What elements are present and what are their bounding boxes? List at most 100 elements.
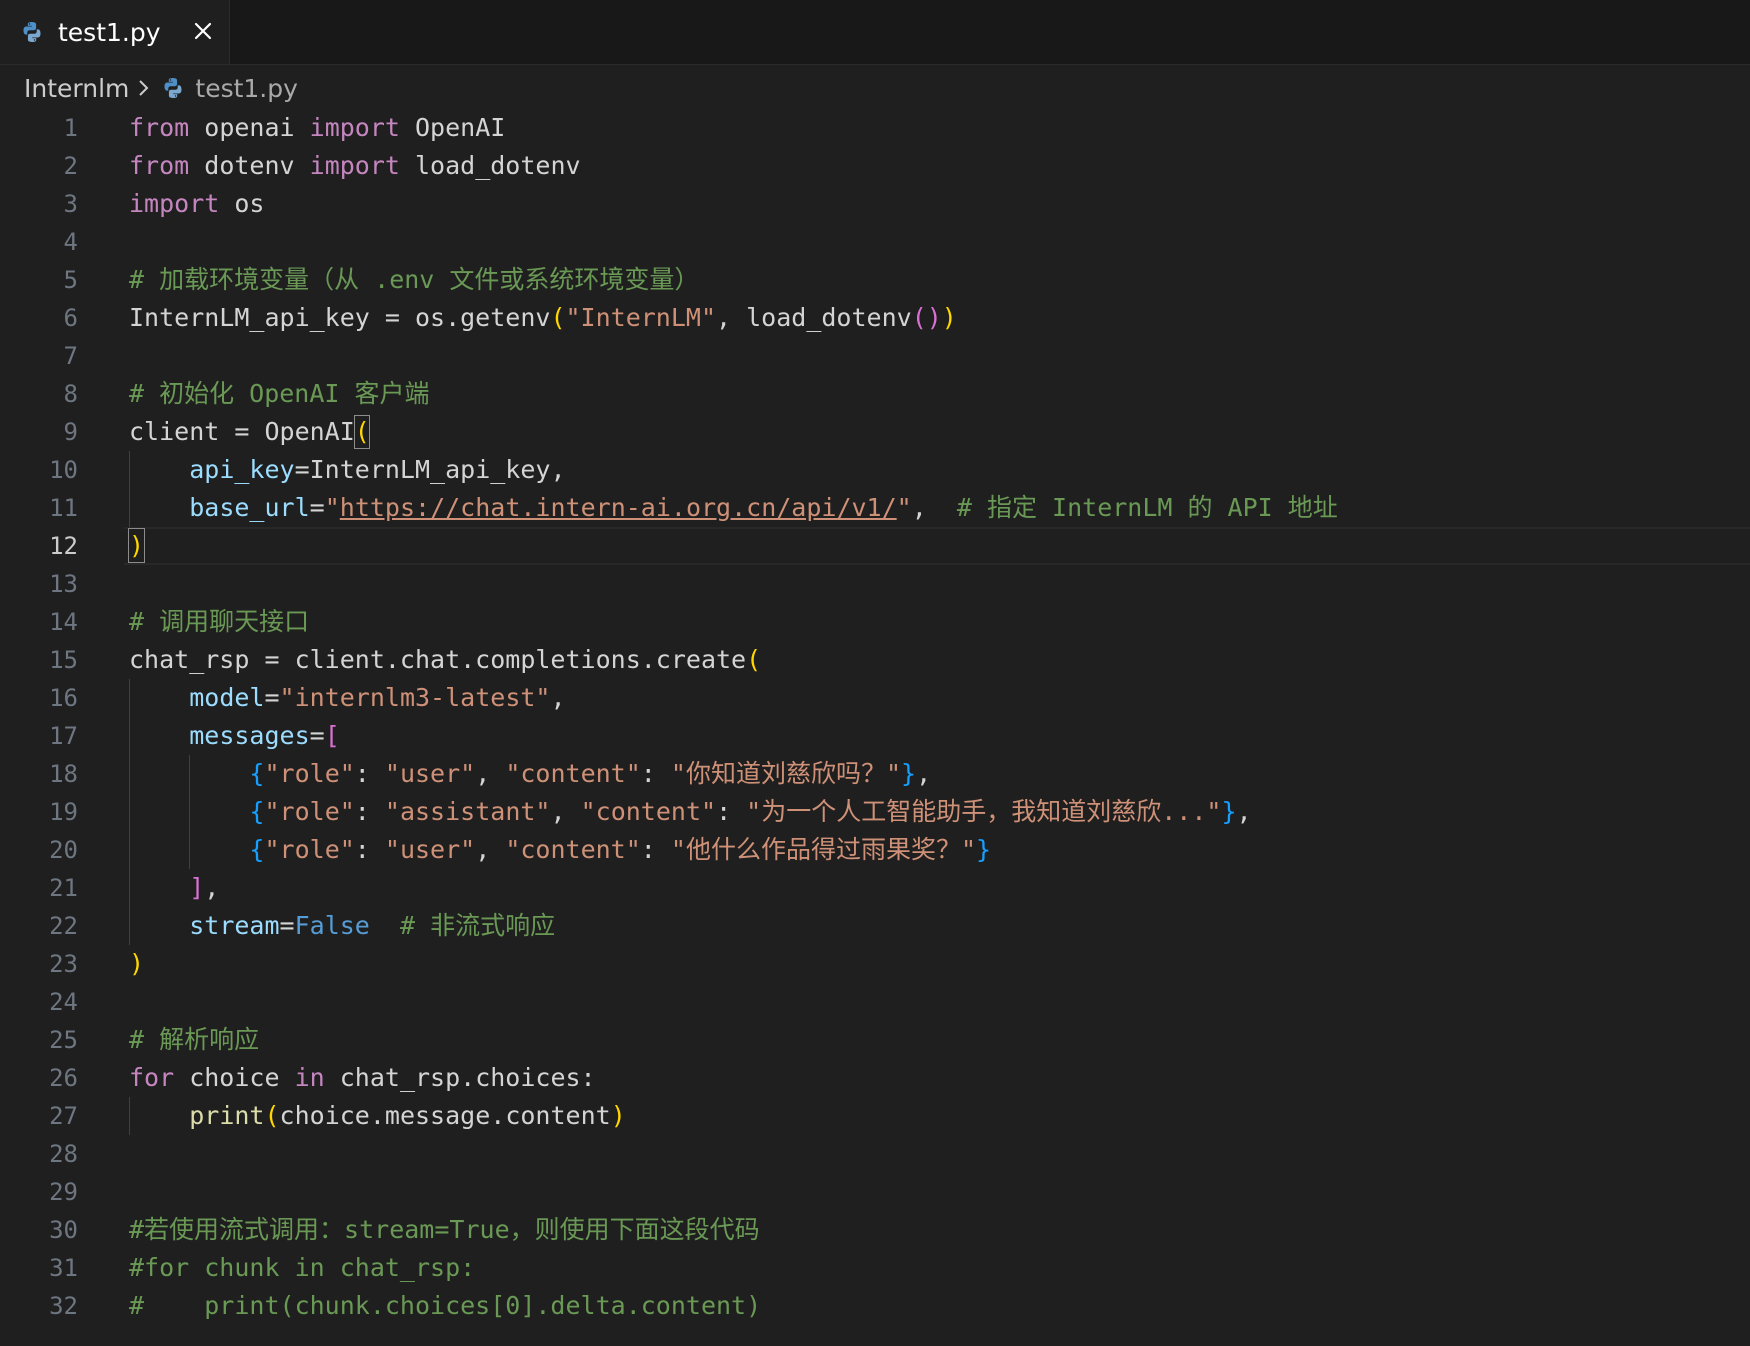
line-number: 15 [49,646,78,674]
code-line[interactable]: 15 chat_rsp = client.chat.completions.cre… [0,641,1750,679]
code-line[interactable]: 13 [0,565,1750,603]
code-token: "他什么作品得过雨果奖？" [670,835,977,864]
code-token: { [249,759,265,788]
indent-guide [129,451,130,527]
code-token: ] [189,873,205,902]
indent-guide [189,755,191,869]
code-line[interactable]: 12) [0,527,1750,565]
code-line[interactable]: 17 messages=[ [0,717,1750,755]
line-number: 12 [49,532,78,560]
code-text: {"role": "user", "content": "你知道刘慈欣吗？"}, [129,755,931,793]
code-line[interactable]: 11 base_url="https://chat.intern-ai.org.… [0,489,1750,527]
code-token: stream [189,911,280,940]
code-text: # print(chunk.choices[0].delta.content) [129,1287,761,1325]
code-line[interactable]: 5 # 加载环境变量（从 .env 文件或系统环境变量） [0,261,1750,299]
code-line[interactable]: 2 from dotenv import load_dotenv [0,147,1750,185]
code-line[interactable]: 3 import os [0,185,1750,223]
code-line[interactable]: 1 from openai import OpenAI [0,109,1750,147]
code-text: from openai import OpenAI [129,109,505,147]
code-token: model [189,683,265,712]
code-token: : [640,835,671,864]
code-line[interactable]: 31 #for chunk in chat_rsp: [0,1249,1750,1287]
code-line[interactable]: 10 api_key=InternLM_api_key, [0,451,1750,489]
code-token: from [129,151,190,180]
code-token: () [911,303,942,332]
code-line[interactable]: 18 {"role": "user", "content": "你知道刘慈欣吗？… [0,755,1750,793]
code-line[interactable]: 29 [0,1173,1750,1211]
code-token: ) [941,303,957,332]
code-editor[interactable]: 1 from openai import OpenAI 2 from dotenv i… [0,109,1750,1346]
code-line[interactable]: 22 stream=False # 非流式响应 [0,907,1750,945]
code-line[interactable]: 30 #若使用流式调用：stream=True，则使用下面这段代码 [0,1211,1750,1249]
code-token: client = OpenAI [129,417,355,446]
line-number: 16 [49,684,78,712]
code-text: {"role": "assistant", "content": "为一个人工智… [129,793,1251,831]
matching-bracket-highlight [128,528,145,563]
code-token: "content" [580,797,717,826]
line-number: 29 [49,1178,78,1206]
code-line[interactable]: 32 # print(chunk.choices[0].delta.content… [0,1287,1750,1325]
code-token: False [294,911,370,940]
code-line[interactable]: 7 [0,337,1750,375]
tab-test1-py[interactable]: test1.py [0,0,230,64]
line-number: 25 [49,1026,78,1054]
code-token: OpenAI [399,113,506,142]
code-line[interactable]: 9 client = OpenAI( [0,413,1750,451]
close-icon[interactable] [188,14,218,48]
code-token: =InternLM_api_key, [294,455,566,484]
code-token: "user" [384,835,476,864]
code-line[interactable]: 25 # 解析响应 [0,1021,1750,1059]
code-token: base_url [189,493,310,522]
code-token: chat_rsp = client.chat.completions.creat… [129,645,747,674]
code-line[interactable]: 28 [0,1135,1750,1173]
code-token: # 加载环境变量（从 .env 文件或系统环境变量） [129,265,700,294]
code-token: #若使用流式调用：stream=True，则使用下面这段代码 [129,1215,760,1244]
current-line-highlight [124,527,1750,565]
code-token: "internlm3-latest" [279,683,551,712]
line-number: 31 [49,1254,78,1282]
chevron-right-icon [137,78,151,98]
code-token: # 初始化 OpenAI 客户端 [129,379,430,408]
code-token: [ [324,721,340,750]
code-token: , load_dotenv [716,303,912,332]
code-line[interactable]: 20 {"role": "user", "content": "他什么作品得过雨… [0,831,1750,869]
code-line[interactable]: 14 # 调用聊天接口 [0,603,1750,641]
code-line[interactable]: 26 for choice in chat_rsp.choices: [0,1059,1750,1097]
code-token: " [896,493,912,522]
code-token: ) [610,1101,626,1130]
code-line[interactable]: 6 InternLM_api_key = os.getenv("InternLM"… [0,299,1750,337]
code-line[interactable]: 27 print(choice.message.content) [0,1097,1750,1135]
code-token: "role" [264,797,355,826]
indent-guide [129,1097,130,1135]
code-line[interactable]: 4 [0,223,1750,261]
line-number: 4 [63,228,78,256]
code-token: , [550,683,566,712]
tab-bar: test1.py [0,0,1750,65]
code-line[interactable]: 21 ], [0,869,1750,907]
code-token: ( [264,1101,280,1130]
code-line[interactable]: 23) [0,945,1750,983]
indent-guide [129,679,130,945]
line-number: 23 [49,950,78,978]
breadcrumb-file[interactable]: test1.py [195,74,298,103]
code-line[interactable]: 16 model="internlm3-latest", [0,679,1750,717]
code-token: #for chunk in chat_rsp: [129,1253,476,1282]
breadcrumb-folder[interactable]: Internlm [24,74,129,103]
code-token: , [475,759,506,788]
code-token: import [129,189,220,218]
code-text: # 解析响应 [129,1021,259,1059]
line-number: 10 [49,456,78,484]
code-line[interactable]: 8 # 初始化 OpenAI 客户端 [0,375,1750,413]
code-token: = [264,683,280,712]
code-text: InternLM_api_key = os.getenv("InternLM",… [129,299,957,337]
code-token: # 解析响应 [129,1025,260,1054]
code-token: # 非流式响应 [399,911,556,940]
code-token: "InternLM" [565,303,717,332]
code-line[interactable]: 24 [0,983,1750,1021]
code-text: ) [129,945,144,983]
code-line[interactable]: 19 {"role": "assistant", "content": "为一个… [0,793,1750,831]
code-text: client = OpenAI( [129,413,370,451]
